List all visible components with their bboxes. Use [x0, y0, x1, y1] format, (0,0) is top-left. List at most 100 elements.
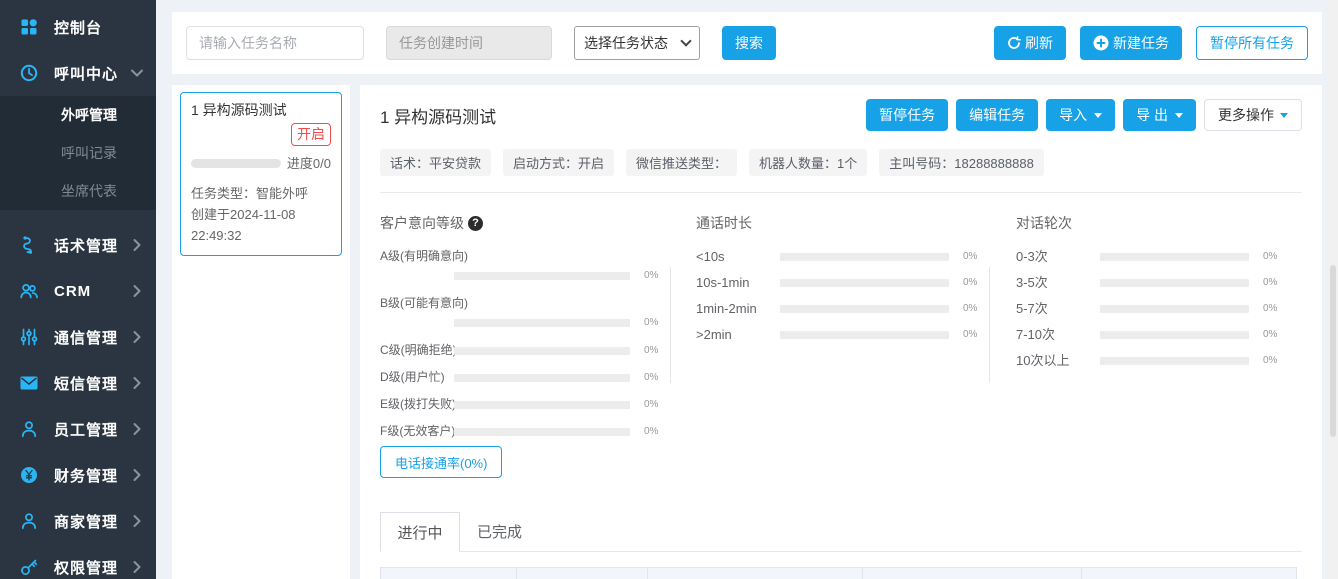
sidebar-item-sms-management[interactable]: 短信管理 [0, 360, 156, 406]
task-status-select[interactable]: 选择任务状态 [574, 26, 700, 60]
bar-track [1100, 357, 1249, 365]
bar-row: 10次以上0% [1016, 352, 1289, 369]
bar-row: D级(用户忙)0% [380, 369, 670, 386]
bar-row: 3-5次0% [1016, 274, 1289, 291]
task-progress-bar [191, 159, 281, 168]
bar-row: <10s0% [696, 248, 989, 265]
bar-track [1100, 279, 1249, 287]
task-list-panel: 1 异构源码测试 开启 进度0/0 任务类型：智能外呼 创建于2024-11-0… [172, 85, 350, 579]
sidebar-item-crm[interactable]: CRM [0, 268, 156, 314]
chevron-down-icon [130, 66, 144, 80]
sidebar-subitem-agent-representative[interactable]: 坐席代表 [0, 172, 156, 210]
sidebar-subitem-outbound-management[interactable]: 外呼管理 [0, 96, 156, 134]
task-create-time-input[interactable] [386, 26, 552, 60]
task-name-input[interactable] [186, 26, 364, 60]
stat-chart-3: 对话轮次0-3次0%3-5次0%5-7次0%7-10次0%10次以上0% [989, 215, 1289, 430]
table-header-cell [517, 568, 648, 579]
sidebar-item-label: 话术管理 [54, 235, 130, 256]
bar-row: 5-7次 0% [1016, 300, 1289, 317]
sidebar-item-communication-management[interactable]: 通信管理 [0, 314, 156, 360]
filter-bar: 选择任务状态 搜索 刷新 新建任务 暂停所有任务 [172, 12, 1322, 74]
clock-icon [19, 63, 39, 83]
bar-value-label: 0% [963, 329, 989, 340]
bar-track [1100, 305, 1249, 313]
detail-header: 1 异构源码测试 暂停任务 编辑任务 导入 导 出 更多 [380, 99, 1302, 131]
content-area: 选择任务状态 搜索 刷新 新建任务 暂停所有任务 1 [156, 0, 1338, 579]
bar-label: F级(无效客户) [380, 423, 454, 440]
bar-value-label: 0% [1263, 355, 1289, 366]
table-header-cell [863, 568, 1082, 579]
import-button[interactable]: 导入 [1046, 99, 1115, 131]
bar-value-label: 0% [1263, 303, 1289, 314]
search-button[interactable]: 搜索 [722, 26, 776, 60]
sidebar-item-label: 通信管理 [54, 327, 130, 348]
sidebar-item-script-management[interactable]: 话术管理 [0, 222, 156, 268]
help-icon[interactable]: ? [468, 216, 483, 231]
plus-icon [1093, 35, 1109, 51]
sidebar-item-call-center[interactable]: 呼叫中心 [0, 50, 156, 96]
user-icon [19, 419, 39, 439]
stats-section: 客户意向等级?A级(有明确意向)0%B级(可能有意向)0%C级(明确拒绝)0%D… [380, 215, 1302, 430]
bar-value-label: 0% [644, 270, 670, 281]
sidebar-item-label: 员工管理 [54, 419, 130, 440]
tab-completed[interactable]: 已完成 [460, 511, 539, 551]
bar-value-label: 0% [644, 399, 670, 410]
task-card[interactable]: 1 异构源码测试 开启 进度0/0 任务类型：智能外呼 创建于2024-11-0… [180, 92, 342, 256]
info-chip: 主叫号码：18288888888 [879, 149, 1044, 176]
sidebar-item-merchant-management[interactable]: 商家管理 [0, 498, 156, 544]
table-header-cell [1082, 568, 1298, 579]
info-chip: 话术：平安贷款 [380, 149, 491, 176]
bar-label: 0-3次 [1016, 248, 1100, 265]
sliders-icon [19, 327, 39, 347]
task-created-line: 创建于2024-11-08 22:49:32 [191, 204, 331, 246]
more-actions-button[interactable]: 更多操作 [1204, 99, 1302, 131]
bar-track [454, 347, 630, 355]
info-chip: 微信推送类型： [626, 149, 737, 176]
bar-label: A级(有明确意向) [380, 248, 670, 265]
bar-track [1100, 253, 1249, 261]
bar-label: 1min-2min [696, 300, 780, 317]
caret-down-icon [1280, 113, 1288, 118]
chevron-down-icon [680, 35, 691, 46]
create-task-button[interactable]: 新建任务 [1080, 26, 1182, 60]
chevron-right-icon [130, 468, 144, 482]
bar-track [454, 272, 630, 280]
bar-label: B级(可能有意向) [380, 295, 670, 312]
column-divider [989, 267, 990, 383]
branch-icon [19, 235, 39, 255]
bar-label: C级(明确拒绝) [380, 342, 454, 359]
mail-icon [19, 373, 39, 393]
bar-label: 5-7次 [1016, 300, 1100, 317]
bar-value-label: 0% [644, 345, 670, 356]
sidebar-subitem-call-records[interactable]: 呼叫记录 [0, 134, 156, 172]
task-status-row: 开启 [191, 123, 331, 146]
bar-label: 7-10次 [1016, 326, 1100, 343]
task-info-chips: 话术：平安贷款启动方式：开启微信推送类型：机器人数量：1个主叫号码：182888… [380, 149, 1302, 176]
import-button-label: 导入 [1059, 105, 1087, 125]
refresh-button[interactable]: 刷新 [994, 26, 1066, 60]
caret-down-icon [1094, 113, 1102, 118]
chevron-right-icon [130, 376, 144, 390]
sidebar: 控制台呼叫中心外呼管理呼叫记录坐席代表话术管理 CRM 通信管理短信管理员工管理财务… [0, 0, 156, 579]
stat-chart-2: 通话时长<10s0%10s-1min0%1min-2min0%>2min0% [670, 215, 989, 430]
bar-label: D级(用户忙) [380, 369, 454, 386]
sidebar-item-permission-management[interactable]: 权限管理 [0, 544, 156, 579]
tab-in-progress[interactable]: 进行中 [380, 512, 460, 552]
sidebar-item-label: 呼叫中心 [54, 63, 130, 84]
sidebar-item-employee-management[interactable]: 员工管理 [0, 406, 156, 452]
pause-all-button[interactable]: 暂停所有任务 [1196, 26, 1308, 60]
more-actions-label: 更多操作 [1218, 105, 1274, 125]
sidebar-item-label: 商家管理 [54, 511, 130, 532]
export-button[interactable]: 导 出 [1123, 99, 1196, 131]
scrollbar-thumb[interactable] [1330, 265, 1336, 437]
bar-row: A级(有明确意向) 0% [380, 248, 670, 281]
connect-rate-button[interactable]: 电话接通率(0%) [380, 446, 502, 478]
pause-task-button[interactable]: 暂停任务 [866, 99, 948, 131]
bar-track [780, 331, 949, 339]
page-scrollbar[interactable] [1328, 0, 1338, 579]
sidebar-item-console[interactable]: 控制台 [0, 4, 156, 50]
chart-title: 对话轮次 [1016, 215, 1289, 232]
sidebar-item-finance-management[interactable]: 财务管理 [0, 452, 156, 498]
bar-row: B级(可能有意向)0% [380, 295, 670, 328]
edit-task-button[interactable]: 编辑任务 [956, 99, 1038, 131]
